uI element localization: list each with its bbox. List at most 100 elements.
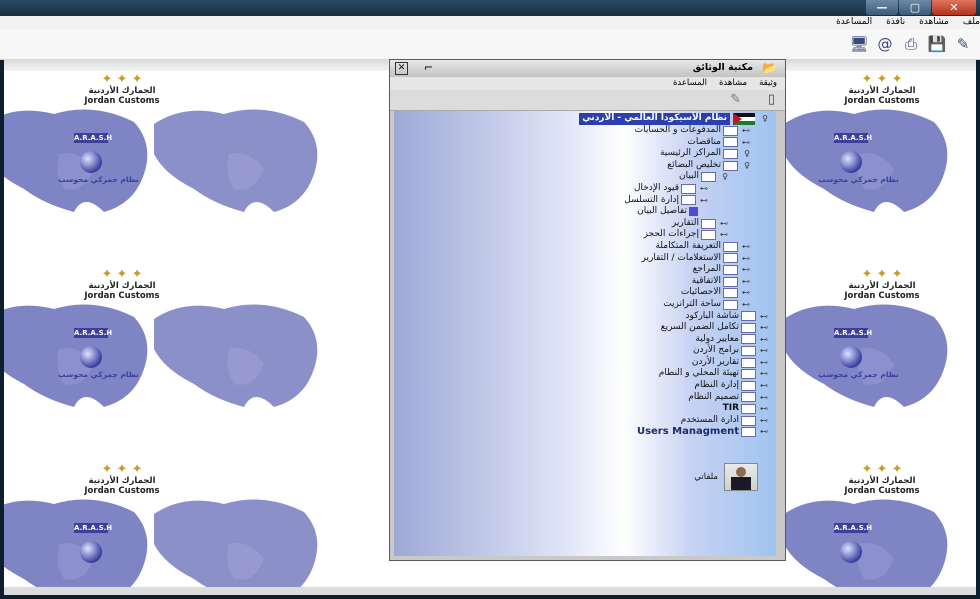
logo-tile: ✦ ✦ ✦ الجمارك الأردنية Jordan Customs A.… xyxy=(44,71,209,189)
menu-window[interactable]: نافذة xyxy=(886,16,905,29)
tile-arabic: الجمارك الأردنية xyxy=(848,476,916,486)
globe-icon xyxy=(80,346,102,368)
logo-tile: ✦ ✦ ✦ الجمارك الأردنية Jordan Customs A.… xyxy=(804,266,969,384)
folder-icon xyxy=(723,299,738,310)
folder-icon xyxy=(723,137,738,148)
globe-icon xyxy=(840,346,862,368)
tile-arabic: الجمارك الأردنية xyxy=(848,86,916,96)
crest-icon: ✦ ✦ ✦ xyxy=(101,267,143,282)
user-photo-icon[interactable] xyxy=(724,463,758,491)
crest-icon: ✦ ✦ ✦ xyxy=(861,267,903,282)
tree-item[interactable]: ⊶ إجراءات الحجز xyxy=(579,229,728,241)
tree-item[interactable]: ⊶ معايير دولية xyxy=(579,334,768,346)
logo-tile: ✦ ✦ ✦ الجمارك الأردنية Jordan Customs A.… xyxy=(804,461,969,579)
close-icon[interactable]: ✕ xyxy=(395,62,408,75)
tree-item[interactable]: ⊶ المدفوعات و الحسابات xyxy=(579,125,750,137)
tool-icon[interactable]: ✎ xyxy=(730,92,741,107)
document-library-window: ✕ ⌐ مكتبة الوثائق 📂 وثيقة مشاهدة المساعد… xyxy=(389,59,786,561)
tree-item[interactable]: ⊶ تكامل الضمن السريع xyxy=(579,322,768,334)
folder-icon xyxy=(741,346,756,357)
tree-item[interactable]: ⊶ تقارير الأردن xyxy=(579,357,768,369)
maximize-button[interactable]: ▢ xyxy=(899,0,931,15)
folder-icon xyxy=(741,392,756,403)
tile-caption: نظام جمركي محوسب xyxy=(818,370,899,379)
tree-item[interactable]: ♀ تخليص البضائع xyxy=(579,160,750,172)
tree-item[interactable]: ⊶ Users Managment xyxy=(579,426,768,438)
folder-icon xyxy=(741,322,756,333)
tree-item[interactable]: ⊶ تصميم النظام xyxy=(579,392,768,404)
window-controls: — ▢ ✕ xyxy=(865,0,976,16)
tree-item[interactable]: ⊶ TIR xyxy=(579,403,768,415)
open-icon[interactable]: 🖥 xyxy=(848,33,870,55)
tree-item[interactable]: ⊶ ساحة الترانزيت xyxy=(579,299,750,311)
tile-badge: A.R.A.S.H xyxy=(74,328,113,338)
menu-help[interactable]: المساعدة xyxy=(836,16,872,29)
tree-item[interactable]: ⊶ الاحصائيات xyxy=(579,287,750,299)
doc-menu-document[interactable]: وثيقة xyxy=(759,77,777,90)
crest-icon: ✦ ✦ ✦ xyxy=(101,462,143,477)
tree-item[interactable]: ⊶ الاتفاقية xyxy=(579,276,750,288)
email-icon[interactable]: @ xyxy=(874,33,896,55)
close-button[interactable]: ✕ xyxy=(932,0,976,15)
tile-badge: A.R.A.S.H xyxy=(74,523,113,533)
tree-item[interactable]: ⊶ التعريفة المتكاملة xyxy=(579,241,750,253)
profile-label: ملفاتي xyxy=(694,472,718,482)
tile-badge: A.R.A.S.H xyxy=(834,523,873,533)
new-document-icon[interactable]: ▯ xyxy=(768,92,775,107)
tree-item[interactable]: ⊶ قيود الإدخال xyxy=(579,183,708,195)
folder-icon xyxy=(723,276,738,287)
tile-caption: نظام جمركي محوسب xyxy=(58,175,139,184)
tile-arabic: الجمارك الأردنية xyxy=(88,281,156,291)
doc-window-titlebar[interactable]: ✕ ⌐ مكتبة الوثائق 📂 xyxy=(390,60,785,77)
globe-icon xyxy=(80,541,102,563)
tree-item[interactable]: ⊶ مناقصات xyxy=(579,137,750,149)
folder-icon xyxy=(741,334,756,345)
tree-item[interactable]: ⊶ الاستعلامات / التقارير xyxy=(579,253,750,265)
doc-tree-panel: ♀ نظام الأسيكودا العالمي - الأردني ⊶ المدف… xyxy=(394,111,776,556)
document-icon xyxy=(689,207,698,217)
doc-menu-help[interactable]: المساعدة xyxy=(673,77,707,90)
folder-icon xyxy=(741,380,756,391)
tree-item[interactable]: ⊶ شاشة الباركود xyxy=(579,311,768,323)
tree-item[interactable]: ♀ البيان xyxy=(579,171,728,183)
tile-english: Jordan Customs xyxy=(84,96,160,106)
crest-icon: ✦ ✦ ✦ xyxy=(101,72,143,87)
globe-icon xyxy=(80,151,102,173)
crest-icon: ✦ ✦ ✦ xyxy=(861,72,903,87)
tree-item[interactable]: ⊶ برامج الأردن xyxy=(579,345,768,357)
tree-item[interactable]: تفاصيل البيان xyxy=(579,206,700,218)
minimize-button[interactable]: — xyxy=(866,0,898,15)
folder-icon xyxy=(723,148,738,159)
tree-item[interactable]: ⊶ التقارير xyxy=(579,218,728,230)
main-toolbar: 🖥 @ ⎙ 💾 ✎ xyxy=(0,29,980,60)
doc-window-title: مكتبة الوثائق xyxy=(692,62,753,73)
tree-item[interactable]: ♀ المراكز الرئيسية xyxy=(579,148,750,160)
tile-english: Jordan Customs xyxy=(844,291,920,301)
logo-tile: ✦ ✦ ✦ الجمارك الأردنية Jordan Customs A.… xyxy=(804,71,969,189)
app-titlebar: — ▢ ✕ xyxy=(0,0,980,16)
disk-icon[interactable]: 💾 xyxy=(926,33,948,55)
tile-arabic: الجمارك الأردنية xyxy=(848,281,916,291)
edit-icon[interactable]: ✎ xyxy=(952,33,974,55)
tree-root[interactable]: ♀ نظام الأسيكودا العالمي - الأردني xyxy=(579,113,768,125)
tile-badge: A.R.A.S.H xyxy=(74,133,113,143)
menu-file[interactable]: ملف xyxy=(963,16,980,29)
logo-tile: ✦ ✦ ✦ الجمارك الأردنية Jordan Customs A.… xyxy=(44,461,209,579)
tree-item[interactable]: ⊶ إدارة النظام xyxy=(579,380,768,392)
tree-item[interactable]: ⊶ إدارة التسلسل xyxy=(579,195,708,207)
folder-icon xyxy=(741,369,756,380)
crest-icon: ✦ ✦ ✦ xyxy=(861,462,903,477)
logo-tile: ✦ ✦ ✦ الجمارك الأردنية Jordan Customs A.… xyxy=(44,266,209,384)
tree-item[interactable]: ⊶ تهيئة المحلي و النطام xyxy=(579,368,768,380)
folder-icon xyxy=(681,183,696,194)
restore-icon[interactable]: ⌐ xyxy=(424,61,433,74)
folder-icon xyxy=(723,241,738,252)
print-icon[interactable]: ⎙ xyxy=(900,33,922,55)
doc-menu-view[interactable]: مشاهدة xyxy=(719,77,747,90)
tile-arabic: الجمارك الأردنية xyxy=(88,86,156,96)
tree-item[interactable]: ⊶ ادارة المستخدم xyxy=(579,415,768,427)
document-tree: ♀ نظام الأسيكودا العالمي - الأردني ⊶ المدف… xyxy=(579,113,768,438)
menu-view[interactable]: مشاهدة xyxy=(919,16,949,29)
main-menubar: ملف مشاهدة نافذة المساعدة xyxy=(0,16,980,29)
tree-item[interactable]: ⊶ المراجع xyxy=(579,264,750,276)
